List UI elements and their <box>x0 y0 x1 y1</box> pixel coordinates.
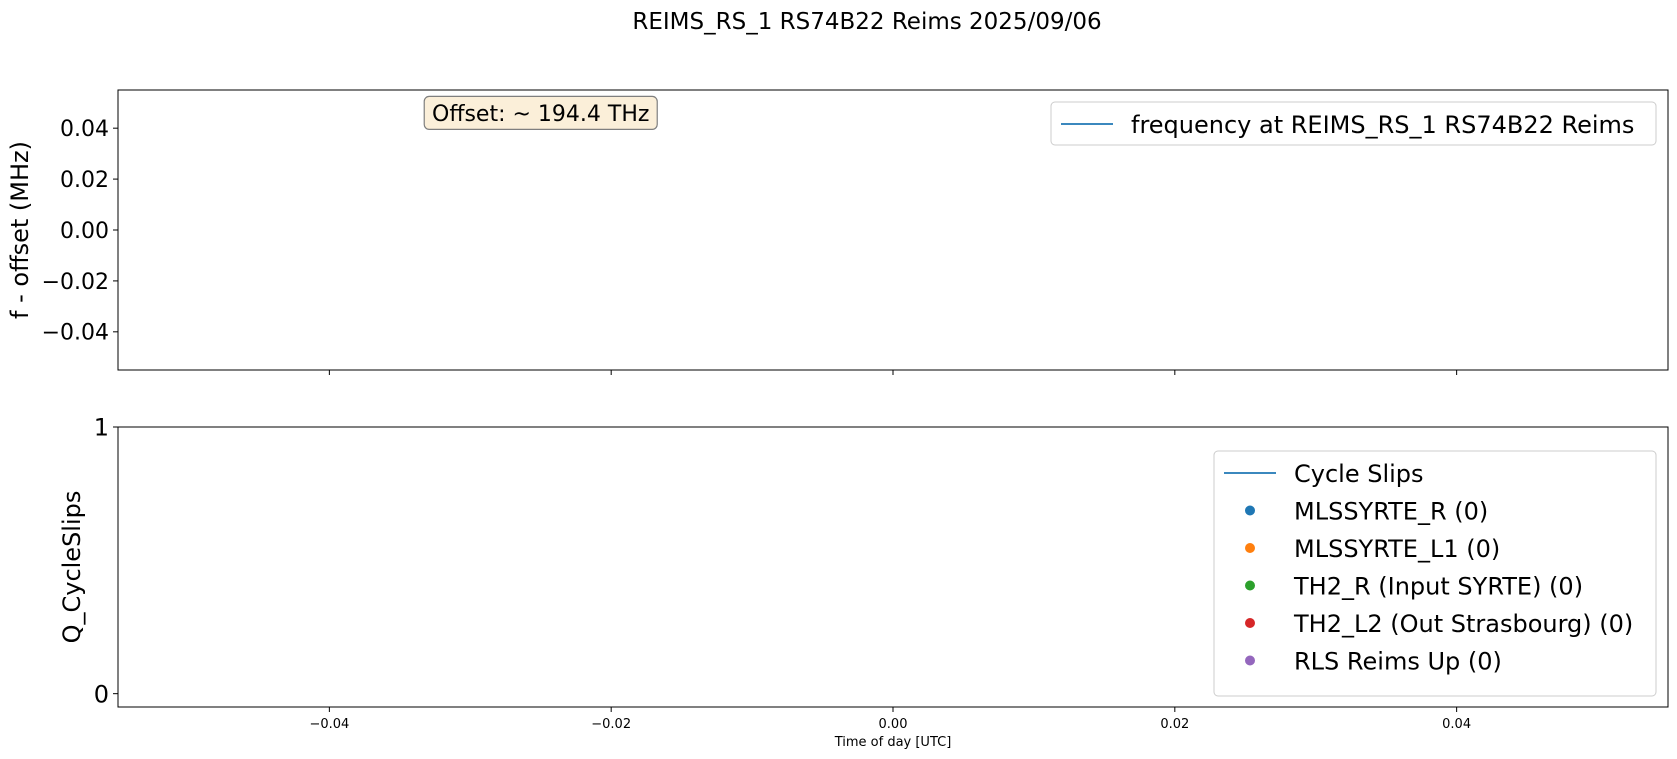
x-tick-label: 0.00 <box>879 717 908 732</box>
y-tick-label: −0.02 <box>42 270 109 295</box>
y-tick-label: −0.04 <box>42 321 109 346</box>
legend-dot-swatch <box>1245 543 1255 553</box>
x-tick-label: −0.02 <box>591 717 631 732</box>
legend-dot-swatch <box>1245 580 1255 591</box>
legend-label: MLSSYRTE_R (0) <box>1294 498 1488 526</box>
legend-dot-swatch <box>1245 505 1255 516</box>
y-tick-label: 0.00 <box>60 219 109 244</box>
y-tick-label: 1 <box>94 414 109 442</box>
offset-annotation: Offset: ~ 194.4 THz <box>432 102 649 127</box>
legend-label: MLSSYRTE_L1 (0) <box>1294 535 1500 563</box>
legend-label: TH2_R (Input SYRTE) (0) <box>1293 573 1583 601</box>
x-tick-label: −0.04 <box>309 717 349 732</box>
figure: REIMS_RS_1 RS74B22 Reims 2025/09/06 0.04… <box>6 9 1669 750</box>
y-tick-label: 0.02 <box>60 168 109 193</box>
legend-label: RLS Reims Up (0) <box>1294 648 1502 676</box>
y-axis-label: Q_CycleSlips <box>58 491 86 644</box>
y-tick-label: 0 <box>94 680 109 708</box>
x-tick-label: 0.02 <box>1160 717 1189 732</box>
x-tick-label: 0.04 <box>1442 717 1471 732</box>
legend-dot-swatch <box>1245 618 1255 628</box>
legend-dot-swatch <box>1245 655 1255 666</box>
legend-label: Cycle Slips <box>1294 460 1424 488</box>
figure-title: REIMS_RS_1 RS74B22 Reims 2025/09/06 <box>632 9 1101 35</box>
y-tick-label: 0.04 <box>60 117 109 142</box>
legend-label: TH2_L2 (Out Strasbourg) (0) <box>1293 610 1633 638</box>
x-axis-label: Time of day [UTC] <box>834 735 952 750</box>
y-axis-label: f - offset (MHz) <box>6 141 34 319</box>
frequency-axes: 0.04 0.02 0.00 −0.02 −0.04 f - offset (MHz) Of… <box>6 89 1669 375</box>
legend-label: frequency at REIMS_RS_1 RS74B22 Reims <box>1131 111 1634 139</box>
cycle-slips-axes: −0.04 −0.02 0.00 0.02 0.04 1 0 Q_CycleSlips Time… <box>58 414 1669 750</box>
